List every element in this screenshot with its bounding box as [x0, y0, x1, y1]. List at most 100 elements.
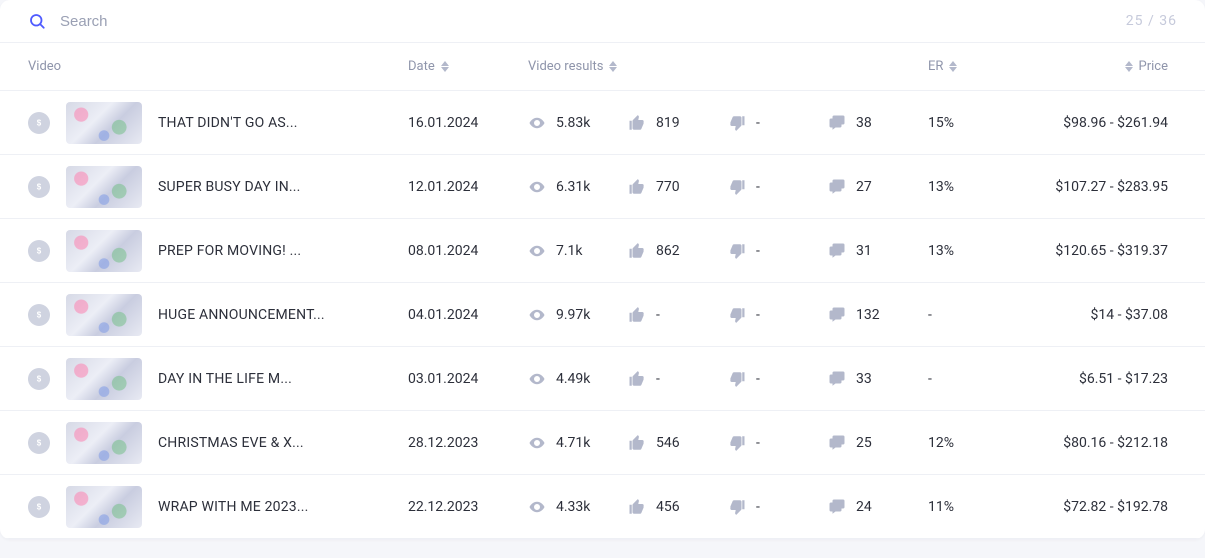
table-row[interactable]: $ THAT DIDN'T GO AS... 16.01.2024 5.83k … — [0, 91, 1205, 155]
svg-text:$: $ — [37, 182, 42, 191]
video-title[interactable]: WRAP WITH ME 2023... — [158, 499, 309, 515]
dislikes-value: - — [756, 435, 760, 451]
video-title[interactable]: HUGE ANNOUNCEMENT... — [158, 307, 325, 323]
er-cell: - — [928, 307, 1018, 323]
er-cell: 13% — [928, 243, 1018, 259]
video-table-card: 25 / 36 Video Date Video results ER — [0, 0, 1205, 539]
er-cell: - — [928, 371, 1018, 387]
comments-value: 25 — [856, 435, 872, 451]
svg-text:$: $ — [37, 118, 42, 127]
video-title[interactable]: SUPER BUSY DAY IN... — [158, 179, 301, 195]
svg-text:$: $ — [37, 438, 42, 447]
date-cell: 22.12.2023 — [408, 499, 528, 515]
video-title[interactable]: DAY IN THE LIFE M... — [158, 371, 292, 387]
thumbs-down-icon — [728, 498, 746, 516]
table-row[interactable]: $ DAY IN THE LIFE M... 03.01.2024 4.49k … — [0, 347, 1205, 411]
dislikes-cell: - — [728, 114, 828, 132]
dislikes-cell: - — [728, 306, 828, 324]
thumbs-down-icon — [728, 178, 746, 196]
dollar-icon: $ — [28, 368, 50, 390]
thumbs-up-icon — [628, 114, 646, 132]
price-cell: $14 - $37.08 — [1018, 307, 1168, 323]
er-cell: 11% — [928, 499, 1018, 515]
eye-icon — [528, 178, 546, 196]
eye-icon — [528, 370, 546, 388]
dislikes-cell: - — [728, 370, 828, 388]
likes-value: 546 — [656, 435, 680, 451]
views-cell: 6.31k — [528, 178, 628, 196]
table-row[interactable]: $ WRAP WITH ME 2023... 22.12.2023 4.33k … — [0, 475, 1205, 539]
views-cell: 4.49k — [528, 370, 628, 388]
date-cell: 16.01.2024 — [408, 115, 528, 131]
date-cell: 12.01.2024 — [408, 179, 528, 195]
er-cell: 13% — [928, 179, 1018, 195]
price-cell: $120.65 - $319.37 — [1018, 243, 1168, 259]
table-header: Video Date Video results ER — [0, 43, 1205, 91]
comments-value: 24 — [856, 499, 872, 515]
video-title[interactable]: THAT DIDN'T GO AS... — [158, 115, 298, 131]
video-cell: $ PREP FOR MOVING! ... — [28, 230, 408, 272]
col-date[interactable]: Date — [408, 59, 528, 74]
views-value: 4.49k — [556, 371, 590, 387]
video-cell: $ THAT DIDN'T GO AS... — [28, 102, 408, 144]
dollar-icon: $ — [28, 112, 50, 134]
col-price[interactable]: Price — [1018, 59, 1168, 74]
thumbs-up-icon — [628, 306, 646, 324]
views-cell: 4.33k — [528, 498, 628, 516]
likes-value: 770 — [656, 179, 680, 195]
dollar-icon: $ — [28, 240, 50, 262]
views-value: 5.83k — [556, 115, 590, 131]
search-input[interactable] — [60, 13, 1126, 30]
thumbs-up-icon — [628, 178, 646, 196]
video-thumbnail[interactable] — [66, 166, 142, 208]
col-video[interactable]: Video — [28, 59, 408, 74]
likes-value: - — [656, 307, 660, 323]
video-thumbnail[interactable] — [66, 358, 142, 400]
sort-icon — [1125, 61, 1133, 72]
video-title[interactable]: PREP FOR MOVING! ... — [158, 243, 301, 259]
table-row[interactable]: $ CHRISTMAS EVE & X... 28.12.2023 4.71k … — [0, 411, 1205, 475]
dollar-icon: $ — [28, 496, 50, 518]
dislikes-value: - — [756, 243, 760, 259]
table-row[interactable]: $ PREP FOR MOVING! ... 08.01.2024 7.1k 8… — [0, 219, 1205, 283]
col-er[interactable]: ER — [928, 59, 1018, 74]
table-row[interactable]: $ HUGE ANNOUNCEMENT... 04.01.2024 9.97k … — [0, 283, 1205, 347]
search-bar: 25 / 36 — [0, 0, 1205, 43]
video-thumbnail[interactable] — [66, 294, 142, 336]
likes-cell: 456 — [628, 498, 728, 516]
dollar-icon: $ — [28, 432, 50, 454]
comments-value: 132 — [856, 307, 880, 323]
video-thumbnail[interactable] — [66, 422, 142, 464]
dislikes-cell: - — [728, 242, 828, 260]
eye-icon — [528, 242, 546, 260]
comments-icon — [828, 178, 846, 196]
comments-icon — [828, 306, 846, 324]
dislikes-cell: - — [728, 498, 828, 516]
views-cell: 7.1k — [528, 242, 628, 260]
video-title[interactable]: CHRISTMAS EVE & X... — [158, 435, 304, 451]
thumbs-down-icon — [728, 370, 746, 388]
comments-cell: 31 — [828, 242, 928, 260]
dislikes-value: - — [756, 179, 760, 195]
svg-text:$: $ — [37, 374, 42, 383]
col-date-label: Date — [408, 59, 435, 74]
sort-icon — [949, 61, 957, 72]
col-video-label: Video — [28, 59, 61, 74]
col-price-label: Price — [1139, 59, 1168, 74]
comments-value: 31 — [856, 243, 872, 259]
video-cell: $ HUGE ANNOUNCEMENT... — [28, 294, 408, 336]
video-thumbnail[interactable] — [66, 486, 142, 528]
col-results[interactable]: Video results — [528, 59, 928, 74]
likes-value: 819 — [656, 115, 680, 131]
comments-cell: 24 — [828, 498, 928, 516]
svg-text:$: $ — [37, 246, 42, 255]
video-cell: $ DAY IN THE LIFE M... — [28, 358, 408, 400]
comments-icon — [828, 498, 846, 516]
table-row[interactable]: $ SUPER BUSY DAY IN... 12.01.2024 6.31k … — [0, 155, 1205, 219]
video-thumbnail[interactable] — [66, 102, 142, 144]
thumbs-down-icon — [728, 306, 746, 324]
thumbs-up-icon — [628, 434, 646, 452]
comments-icon — [828, 242, 846, 260]
video-thumbnail[interactable] — [66, 230, 142, 272]
comments-value: 38 — [856, 115, 872, 131]
